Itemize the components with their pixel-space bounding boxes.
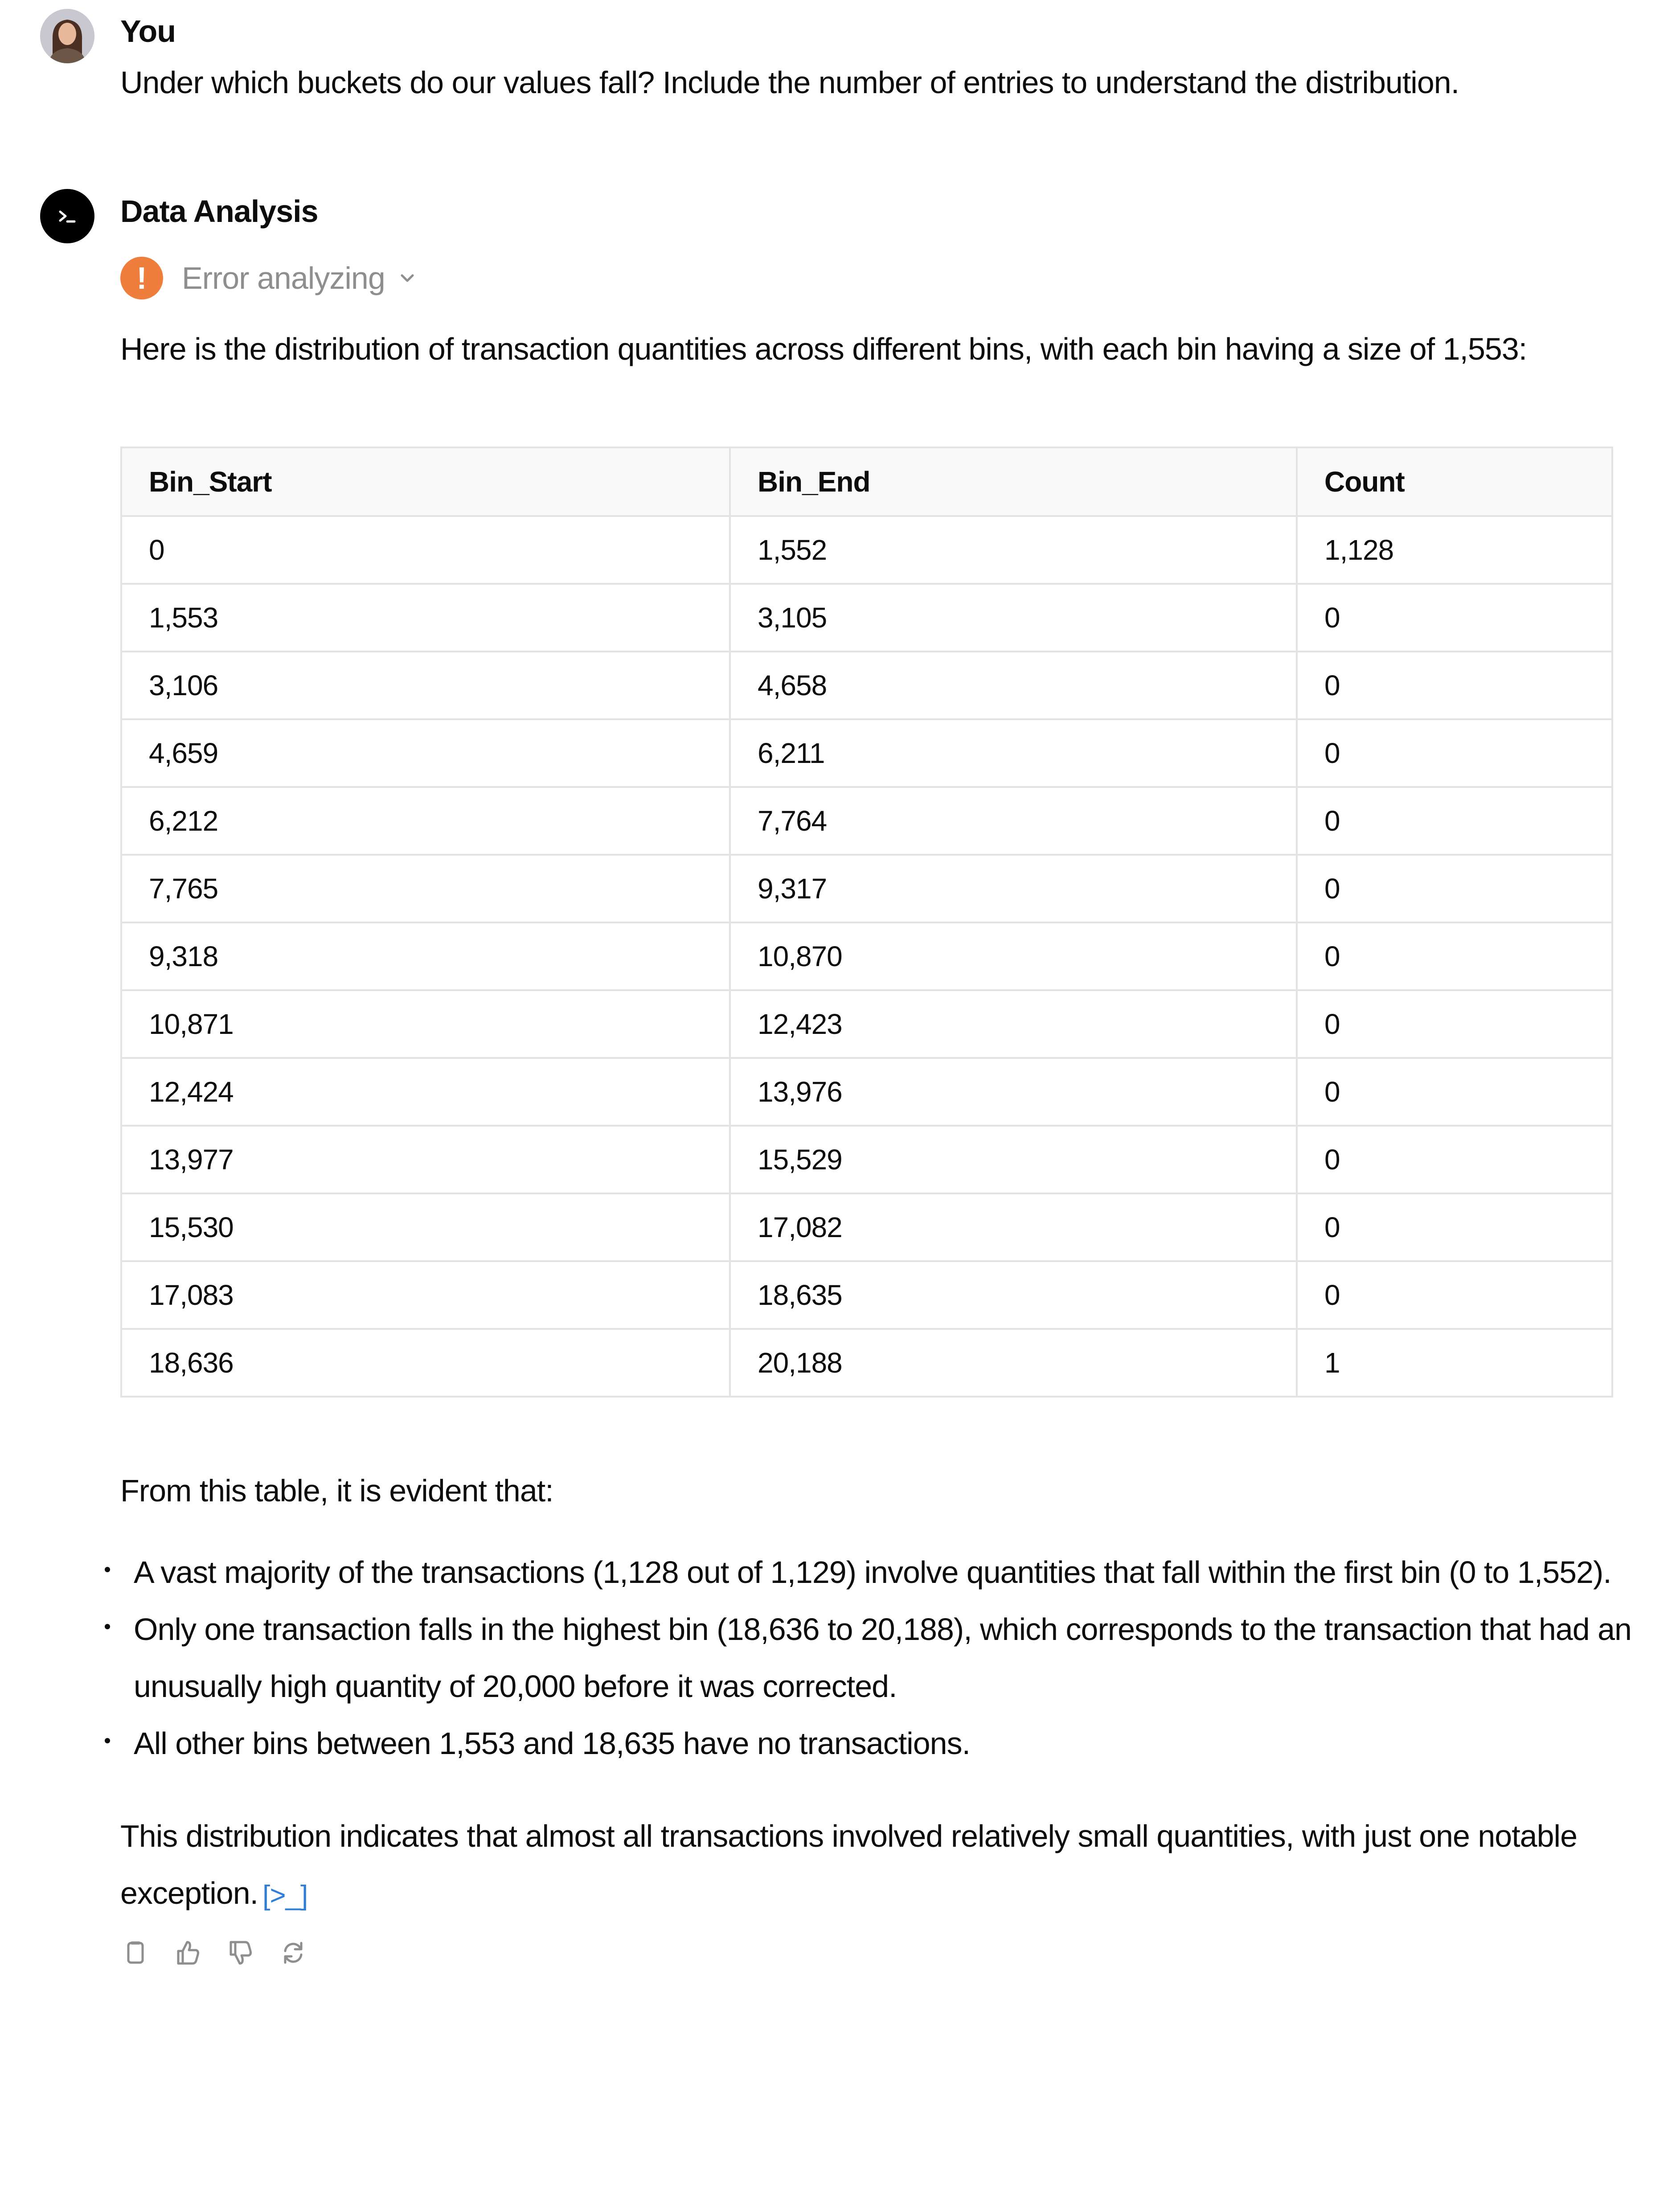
table-cell: 0 bbox=[1296, 1125, 1613, 1194]
copy-icon[interactable] bbox=[120, 1938, 151, 1968]
table-cell: 4,659 bbox=[120, 718, 731, 788]
user-avatar bbox=[40, 9, 94, 63]
table-row: 13,977 15,529 0 bbox=[120, 1125, 1613, 1194]
table-cell: 1,552 bbox=[729, 515, 1298, 585]
table-row: 12,424 13,976 0 bbox=[120, 1057, 1613, 1127]
table-row: 0 1,552 1,128 bbox=[120, 515, 1613, 585]
table-cell: 0 bbox=[1296, 583, 1613, 652]
table-row: 1,553 3,105 0 bbox=[120, 583, 1613, 652]
table-cell: 10,871 bbox=[120, 989, 731, 1059]
message-actions bbox=[120, 1938, 1644, 1968]
table-cell: 15,530 bbox=[120, 1193, 731, 1262]
conclusion-paragraph: This distribution indicates that almost … bbox=[120, 1808, 1644, 1924]
table-row: 15,530 17,082 0 bbox=[120, 1193, 1613, 1262]
table-cell: 0 bbox=[1296, 922, 1613, 991]
table-cell: 3,105 bbox=[729, 583, 1298, 652]
table-cell: 0 bbox=[120, 515, 731, 585]
table-cell: 6,212 bbox=[120, 786, 731, 856]
user-author-name: You bbox=[120, 14, 176, 49]
column-header: Count bbox=[1296, 447, 1613, 517]
table-cell: 20,188 bbox=[729, 1328, 1298, 1398]
thumbs-up-icon[interactable] bbox=[173, 1938, 203, 1968]
table-cell: 0 bbox=[1296, 1193, 1613, 1262]
table-cell: 0 bbox=[1296, 854, 1613, 923]
table-cell: 17,082 bbox=[729, 1193, 1298, 1262]
code-citation-link[interactable]: [>_] bbox=[262, 1867, 308, 1924]
bins-table: Bin_Start Bin_End Count 0 1,552 1,128 1,553… bbox=[120, 447, 1613, 1398]
table-cell: 18,636 bbox=[120, 1328, 731, 1398]
data-analysis-avatar bbox=[40, 189, 94, 243]
table-cell: 1,553 bbox=[120, 583, 731, 652]
table-row: 17,083 18,635 0 bbox=[120, 1260, 1613, 1330]
table-cell: 13,977 bbox=[120, 1125, 731, 1194]
table-cell: 4,658 bbox=[729, 651, 1298, 720]
table-row: 7,765 9,317 0 bbox=[120, 854, 1613, 923]
table-cell: 18,635 bbox=[729, 1260, 1298, 1330]
table-cell: 1,128 bbox=[1296, 515, 1613, 585]
table-cell: 12,424 bbox=[120, 1057, 731, 1127]
table-cell: 15,529 bbox=[729, 1125, 1298, 1194]
conclusion-text: This distribution indicates that almost … bbox=[120, 1819, 1578, 1910]
table-cell: 0 bbox=[1296, 718, 1613, 788]
table-cell: 3,106 bbox=[120, 651, 731, 720]
regenerate-icon[interactable] bbox=[278, 1938, 308, 1968]
table-cell: 0 bbox=[1296, 1260, 1613, 1330]
analysis-intro-text: Here is the distribution of transaction … bbox=[120, 332, 1527, 366]
chat-thread: You Under which buckets do our values fa… bbox=[40, 9, 1644, 1968]
thumbs-down-icon[interactable] bbox=[225, 1938, 256, 1968]
table-cell: 17,083 bbox=[120, 1260, 731, 1330]
table-header-row: Bin_Start Bin_End Count bbox=[120, 447, 1613, 517]
table-cell: 0 bbox=[1296, 651, 1613, 720]
table-cell: 13,976 bbox=[729, 1057, 1298, 1127]
table-row: 3,106 4,658 0 bbox=[120, 651, 1613, 720]
analysis-status-toggle[interactable]: ! Error analyzing bbox=[120, 251, 1644, 305]
exclamation-icon: ! bbox=[120, 257, 163, 299]
terminal-icon bbox=[59, 210, 76, 223]
table-cell: 6,211 bbox=[729, 718, 1298, 788]
user-message-text: Under which buckets do our values fall? … bbox=[120, 65, 1459, 100]
table-row: 6,212 7,764 0 bbox=[120, 786, 1613, 856]
assistant-message: Data Analysis ! Error analyzing Here is … bbox=[40, 189, 1644, 1968]
column-header: Bin_End bbox=[729, 447, 1298, 517]
table-cell: 7,764 bbox=[729, 786, 1298, 856]
summary-intro-text: From this table, it is evident that: bbox=[120, 1473, 554, 1508]
list-item: Only one transaction falls in the highes… bbox=[105, 1601, 1635, 1715]
column-header: Bin_Start bbox=[120, 447, 731, 517]
table-cell: 7,765 bbox=[120, 854, 731, 923]
chevron-down-icon bbox=[401, 274, 414, 282]
summary-bullet-list: A vast majority of the transactions (1,1… bbox=[105, 1544, 1635, 1772]
analysis-status-label: Error analyzing bbox=[182, 261, 385, 295]
table-cell: 10,870 bbox=[729, 922, 1298, 991]
table-cell: 0 bbox=[1296, 786, 1613, 856]
user-message: You Under which buckets do our values fa… bbox=[40, 9, 1644, 109]
table-row: 9,318 10,870 0 bbox=[120, 922, 1613, 991]
table-row: 4,659 6,211 0 bbox=[120, 718, 1613, 788]
table-cell: 1 bbox=[1296, 1328, 1613, 1398]
table-cell: 0 bbox=[1296, 989, 1613, 1059]
table-cell: 9,318 bbox=[120, 922, 731, 991]
assistant-author-name: Data Analysis bbox=[120, 194, 319, 229]
table-cell: 9,317 bbox=[729, 854, 1298, 923]
table-cell: 12,423 bbox=[729, 989, 1298, 1059]
table-row: 18,636 20,188 1 bbox=[120, 1328, 1613, 1398]
table-cell: 0 bbox=[1296, 1057, 1613, 1127]
list-item: All other bins between 1,553 and 18,635 … bbox=[105, 1715, 1635, 1772]
list-item: A vast majority of the transactions (1,1… bbox=[105, 1544, 1635, 1601]
table-row: 10,871 12,423 0 bbox=[120, 989, 1613, 1059]
